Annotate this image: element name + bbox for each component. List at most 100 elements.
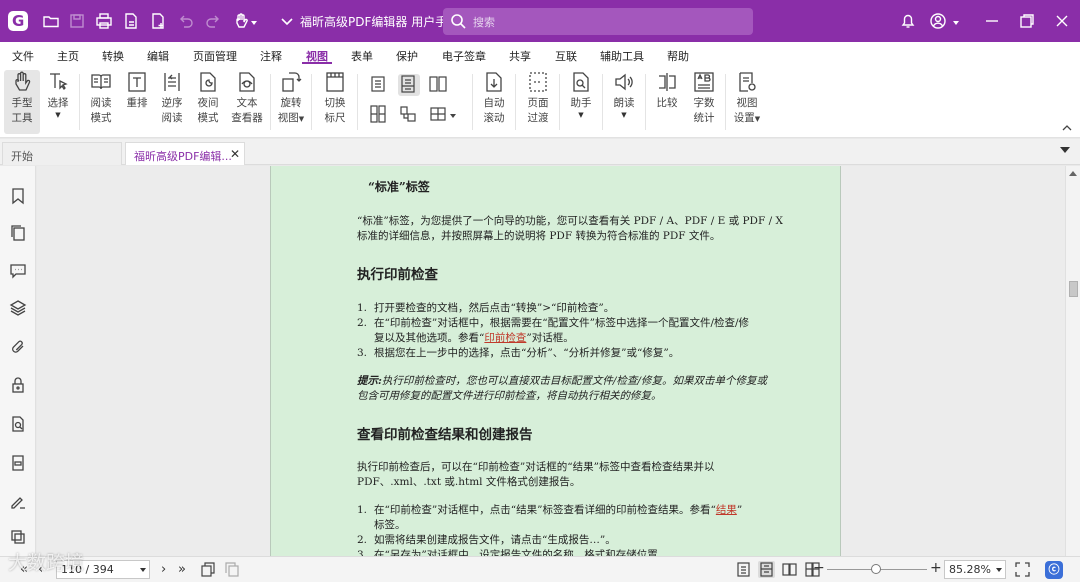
tab-document-label: 福昕高级PDF编辑...	[134, 150, 232, 163]
menu-page-management[interactable]: 页面管理	[193, 48, 237, 64]
next-page-icon[interactable]: ›	[161, 562, 166, 577]
continuous-page-icon[interactable]	[398, 74, 420, 96]
hand-tool-quick-icon[interactable]	[232, 12, 250, 30]
menu-share[interactable]: 共享	[509, 48, 531, 64]
view-settings-button[interactable]: 视图 设置▼	[729, 70, 765, 127]
layers-icon[interactable]	[9, 299, 27, 317]
quick-tool-dropdown-icon[interactable]	[250, 17, 258, 25]
page-dropdown-icon[interactable]	[140, 568, 146, 572]
tab-list-dropdown-icon[interactable]	[1060, 147, 1070, 153]
menu-home[interactable]: 主页	[57, 48, 79, 64]
compare-button[interactable]: 比较	[649, 70, 685, 111]
menu-file[interactable]: 文件	[12, 48, 34, 64]
security-lock-icon[interactable]	[9, 376, 27, 394]
zoom-level-field[interactable]: 85.28%	[944, 560, 1006, 579]
pages-icon[interactable]	[9, 224, 27, 242]
menu-connect[interactable]: 互联	[555, 48, 577, 64]
collapse-ribbon-icon[interactable]	[1062, 122, 1072, 131]
vertical-scrollbar[interactable]	[1065, 166, 1080, 556]
new-document-icon[interactable]	[149, 12, 167, 30]
separate-cover-icon[interactable]	[398, 104, 420, 126]
redo-icon[interactable]	[204, 12, 222, 30]
reading-mode-button[interactable]: 阅读 模式	[83, 70, 119, 126]
search-box[interactable]: 搜索	[443, 8, 753, 35]
menu-edit[interactable]: 编辑	[147, 48, 169, 64]
scroll-up-icon[interactable]	[1069, 171, 1077, 176]
undo-icon[interactable]	[177, 12, 195, 30]
ai-assistant-badge-icon[interactable]: ⓒ	[1045, 561, 1063, 579]
next-view-icon[interactable]	[223, 561, 240, 578]
zoom-level-value: 85.28%	[949, 563, 991, 576]
menu-protect[interactable]: 保护	[396, 48, 418, 64]
facing-view-icon[interactable]	[781, 561, 798, 578]
menu-help[interactable]: 帮助	[667, 48, 689, 64]
text-viewer-button[interactable]: 文本 查看器	[229, 70, 265, 126]
split-view-dropdown-icon[interactable]	[449, 110, 457, 118]
facing-pages-icon[interactable]	[428, 74, 450, 96]
ribbon-divider	[79, 74, 80, 130]
switch-ruler-button[interactable]: 切换 标尺	[317, 70, 353, 126]
attachment-icon[interactable]	[9, 338, 27, 356]
active-menu-indicator	[302, 62, 332, 64]
account-dropdown-icon[interactable]	[952, 17, 960, 25]
zoom-dropdown-icon[interactable]	[996, 568, 1002, 572]
signature-icon[interactable]	[9, 492, 27, 510]
open-folder-icon[interactable]	[42, 12, 60, 30]
last-page-icon[interactable]: »	[178, 562, 186, 577]
menu-accessibility[interactable]: 辅助工具	[600, 48, 644, 64]
auto-scroll-button[interactable]: 自动 滚动	[476, 70, 512, 126]
split-view-icon[interactable]	[428, 104, 450, 126]
tab-document[interactable]: 福昕高级PDF编辑... ✕	[125, 142, 245, 165]
zoom-slider-handle[interactable]	[871, 564, 881, 574]
reflow-button[interactable]: 重排	[119, 70, 155, 111]
page-transition-button[interactable]: 页面 过渡	[520, 70, 556, 126]
reverse-reading-button[interactable]: 逆序 阅读	[154, 70, 190, 126]
comments-icon[interactable]	[9, 261, 27, 279]
list-number: 2.	[357, 317, 368, 329]
menu-form[interactable]: 表单	[351, 48, 373, 64]
notification-bell-icon[interactable]	[899, 12, 917, 30]
hand-tool-button[interactable]: 手型 工具	[4, 70, 40, 134]
menu-comment[interactable]: 注释	[260, 48, 282, 64]
content-search-icon[interactable]	[9, 415, 27, 433]
heading-preflight: 执行印前检查	[357, 267, 438, 283]
search-placeholder: 搜索	[473, 16, 495, 29]
print-icon[interactable]	[95, 12, 113, 30]
form-fields-icon[interactable]	[9, 454, 27, 472]
zoom-in-button[interactable]: +	[930, 560, 942, 576]
night-mode-button[interactable]: 夜间 模式	[190, 70, 226, 126]
close-tab-icon[interactable]: ✕	[230, 147, 240, 161]
create-pdf-icon[interactable]	[122, 12, 140, 30]
app-logo-icon[interactable]	[8, 11, 28, 31]
menu-e-signature[interactable]: 电子签章	[442, 48, 486, 64]
assistant-dropdown-icon: ▼	[578, 111, 584, 119]
menu-convert[interactable]: 转换	[102, 48, 124, 64]
read-aloud-button[interactable]: 朗读 ▼	[606, 70, 642, 119]
assistant-button[interactable]: 助手 ▼	[563, 70, 599, 119]
bookmark-icon[interactable]	[9, 187, 27, 205]
customize-toolbar-icon[interactable]	[278, 12, 296, 30]
minimize-icon[interactable]	[983, 12, 1001, 30]
select-tool-button[interactable]: 选择 ▼	[40, 70, 76, 119]
destinations-icon[interactable]	[9, 528, 27, 546]
tab-start[interactable]: 开始	[2, 142, 122, 165]
close-window-icon[interactable]	[1053, 12, 1071, 30]
continuous-view-icon[interactable]	[758, 561, 775, 578]
document-viewport[interactable]: “标准”标签 “标准”标签，为您提供了一个向导的功能，您可以查看有关 PDF /…	[37, 166, 1065, 556]
fullscreen-icon[interactable]	[1014, 561, 1031, 578]
zoom-out-button[interactable]: −	[813, 560, 825, 576]
preflight-dialog-link[interactable]: 印前检查	[484, 332, 526, 344]
account-icon[interactable]	[929, 12, 947, 30]
single-page-icon[interactable]	[368, 74, 390, 96]
word-count-button[interactable]: 字数 统计	[686, 70, 722, 126]
rotate-view-icon	[279, 70, 303, 94]
rotate-view-button[interactable]: 旋转 视图▼	[273, 70, 309, 127]
continuous-facing-icon[interactable]	[368, 104, 390, 126]
restore-window-icon[interactable]	[1018, 12, 1036, 30]
previous-view-icon[interactable]	[200, 561, 217, 578]
save-icon[interactable]	[68, 12, 86, 30]
hand-tool-label-1: 手型	[11, 97, 33, 109]
results-tab-link[interactable]: 结果	[716, 504, 737, 516]
single-page-view-icon[interactable]	[735, 561, 752, 578]
scroll-thumb[interactable]	[1069, 281, 1078, 297]
